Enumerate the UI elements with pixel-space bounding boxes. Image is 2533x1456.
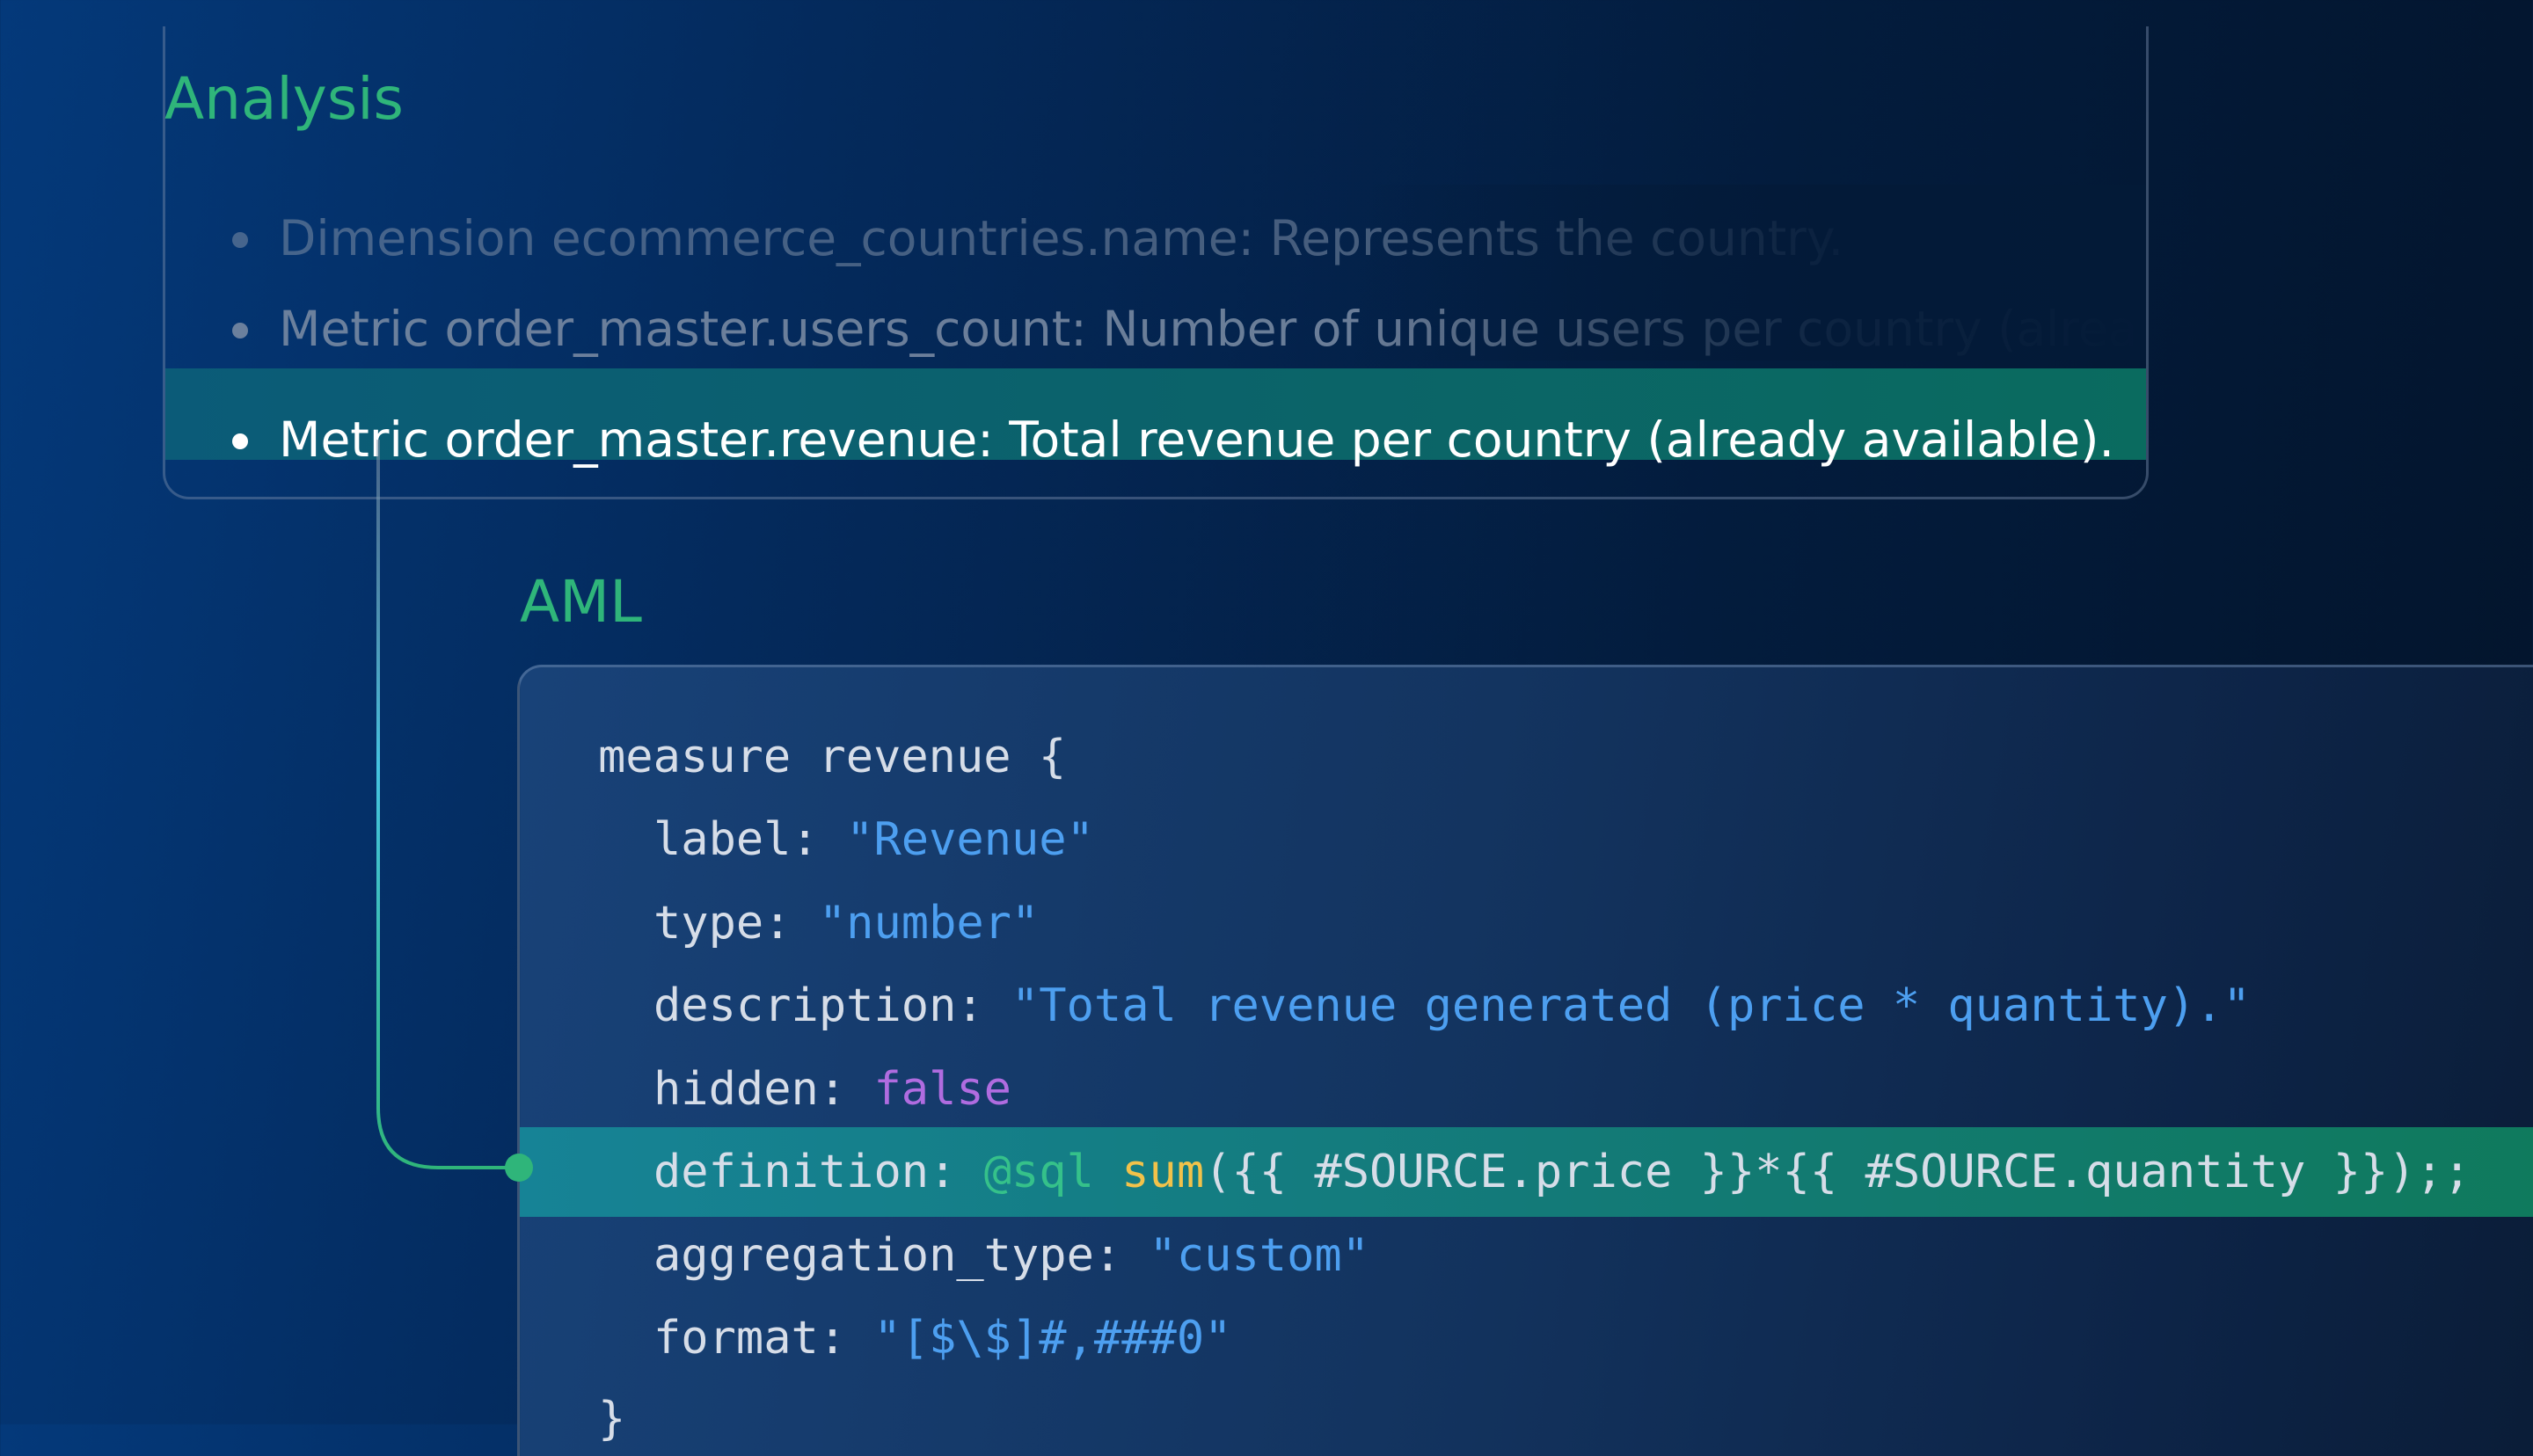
code-line-description: description: "Total revenue generated (p…	[653, 979, 2251, 1032]
code-line-close: }	[598, 1393, 626, 1445]
code-line-format: format: "[$\$]#,###0"	[653, 1312, 1232, 1365]
code-line-measure: measure revenue {	[598, 731, 1067, 783]
code-line-hidden: hidden: false	[653, 1063, 1011, 1116]
connector-line	[376, 440, 533, 1182]
connector-dot-icon	[505, 1154, 533, 1182]
code-line-type: type: "number"	[653, 897, 1040, 950]
code-line-aggregation-type: aggregation_type: "custom"	[653, 1229, 1369, 1282]
code-line-label: label: "Revenue"	[653, 813, 1094, 866]
code-line-definition: definition: @sql sum({{ #SOURCE.price }}…	[653, 1146, 2471, 1198]
